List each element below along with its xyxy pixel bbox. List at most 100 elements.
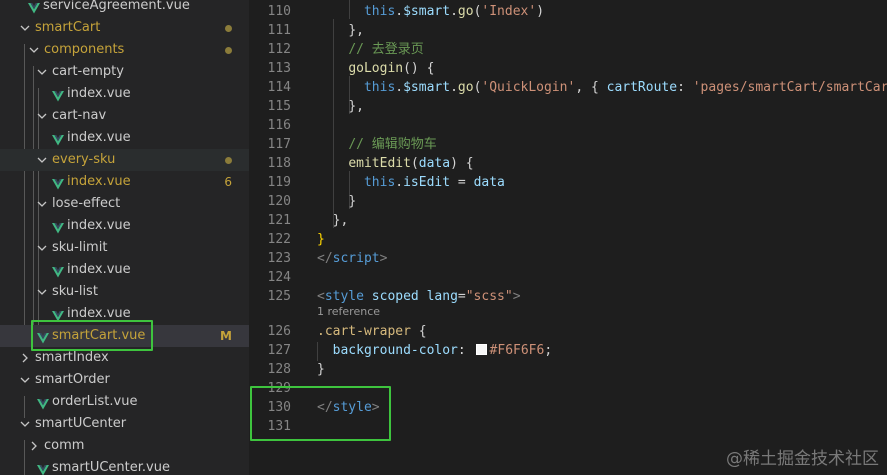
chevron-down-icon[interactable] [37, 237, 49, 259]
vue-file-icon [28, 0, 40, 14]
code-line[interactable]: 122} [249, 230, 887, 249]
line-number: 119 [267, 175, 291, 190]
tree-item-label: cart-nav [52, 108, 107, 123]
tree-folder[interactable]: smartUCenter [0, 413, 249, 435]
tree-item-label: index.vue [67, 174, 131, 189]
tree-folder[interactable]: smartOrder [0, 369, 249, 391]
problem-count-badge: 6 [224, 175, 232, 189]
tree-folder[interactable]: cart-empty [0, 61, 249, 83]
code-text: }, [348, 23, 364, 38]
tree-item-label: smartUCenter [35, 416, 127, 431]
vue-file-icon [52, 308, 64, 322]
line-number: 128 [267, 362, 291, 377]
code-line[interactable]: 111 }, [249, 21, 887, 40]
code-line[interactable]: 128} [249, 360, 887, 379]
tree-file[interactable]: index.vue [0, 259, 249, 281]
code-line[interactable]: 114 this.$smart.go('QuickLogin', { cartR… [249, 78, 887, 97]
chevron-down-icon[interactable] [37, 281, 49, 303]
code-line[interactable]: 127 background-color: #F6F6F6; [249, 341, 887, 360]
code-line[interactable]: 116 [249, 116, 887, 135]
code-text: } [317, 362, 325, 377]
git-modified-badge: M [220, 329, 232, 343]
tree-item-label: serviceAgreement.vue [43, 0, 190, 13]
line-number: 114 [267, 80, 291, 95]
code-line[interactable]: 115 }, [249, 97, 887, 116]
tree-item-label: comm [44, 438, 85, 453]
code-line[interactable]: 113 goLogin() { [249, 59, 887, 78]
line-number: 117 [267, 137, 291, 152]
code-line[interactable]: 117 // 编辑购物车 [249, 135, 887, 154]
tree-item-label: sku-list [52, 284, 98, 299]
code-text: .cart-wraper { [317, 324, 427, 339]
code-line[interactable]: 110 this.$smart.go('Index') [249, 2, 887, 21]
tree-folder[interactable]: cart-nav [0, 105, 249, 127]
line-number: 116 [267, 118, 291, 133]
code-line[interactable]: 125 <style scoped lang="scss"> [249, 287, 887, 306]
explorer-sidebar: serviceAgreement.vue smartCart components c… [0, 0, 249, 475]
code-text: }, [348, 99, 364, 114]
code-line[interactable]: 123 </script> [249, 249, 887, 268]
code-text: goLogin() { [348, 61, 435, 76]
tree-folder[interactable]: comm [0, 435, 249, 457]
vue-file-icon [52, 220, 64, 234]
tree-folder[interactable]: sku-limit [0, 237, 249, 259]
code-text: background-color: #F6F6F6; [332, 343, 553, 358]
tree-file[interactable]: orderList.vue [0, 391, 249, 413]
code-line[interactable]: 120 } [249, 192, 887, 211]
code-line[interactable]: 118 emitEdit(data) { [249, 154, 887, 173]
chevron-down-icon[interactable] [20, 369, 32, 391]
tree-file[interactable]: index.vue 6 [0, 171, 249, 193]
tree-folder[interactable]: components [0, 39, 249, 61]
line-number: 122 [267, 232, 291, 247]
tree-item-label: smartCart [35, 20, 101, 35]
line-number: 111 [267, 23, 291, 38]
chevron-down-icon[interactable] [29, 39, 41, 61]
line-number: 127 [267, 343, 291, 358]
line-number: 125 [267, 289, 291, 304]
tree-file[interactable]: index.vue [0, 127, 249, 149]
chevron-down-icon[interactable] [20, 17, 32, 39]
code-line[interactable]: 119 this.isEdit = data [249, 173, 887, 192]
code-text: }, [332, 213, 349, 228]
tree-folder[interactable]: smartCart [0, 17, 249, 39]
code-text: <style scoped lang="scss"> [317, 289, 521, 304]
line-number: 123 [267, 251, 291, 266]
tree-item-label: cart-empty [52, 64, 124, 79]
tree-file[interactable]: serviceAgreement.vue [0, 0, 249, 17]
code-line[interactable]: 124 [249, 268, 887, 287]
chevron-down-icon[interactable] [37, 149, 49, 171]
codelens-references[interactable]: 1 reference [317, 305, 380, 318]
chevron-down-icon[interactable] [37, 193, 49, 215]
tree-folder[interactable]: sku-list [0, 281, 249, 303]
line-number: 126 [267, 324, 291, 339]
line-number: 121 [267, 213, 291, 228]
line-number: 115 [267, 99, 291, 114]
color-swatch-icon[interactable] [475, 344, 487, 355]
highlight-box-style-close [250, 386, 391, 441]
chevron-down-icon[interactable] [20, 413, 32, 435]
code-line[interactable]: 121 }, [249, 211, 887, 230]
line-number: 118 [267, 156, 291, 171]
tree-item-label: sku-limit [52, 240, 108, 255]
chevron-down-icon[interactable] [37, 61, 49, 83]
line-number: 120 [267, 194, 291, 209]
code-text: emitEdit(data) { [348, 156, 474, 171]
tree-item-label: every-sku [52, 152, 116, 167]
chevron-right-icon[interactable] [29, 435, 41, 457]
tree-item-label: components [44, 42, 125, 57]
tree-file[interactable]: index.vue [0, 215, 249, 237]
tree-folder[interactable]: lose-effect [0, 193, 249, 215]
code-line[interactable]: 112 // 去登录页 [249, 40, 887, 59]
tree-file[interactable]: smartUCenter.vue [0, 457, 249, 475]
tree-folder[interactable]: every-sku [0, 149, 249, 171]
code-text: this.$smart.go('QuickLogin', { cartRoute… [363, 80, 887, 95]
vue-file-icon [52, 132, 64, 146]
watermark: @稀土掘金技术社区 [726, 449, 879, 469]
vue-file-icon [37, 396, 49, 410]
code-line[interactable]: 126 .cart-wraper { [249, 322, 887, 341]
tree-file[interactable]: index.vue [0, 83, 249, 105]
chevron-down-icon[interactable] [37, 105, 49, 127]
tree-item-label: smartUCenter.vue [52, 460, 170, 475]
code-text: </script> [317, 251, 388, 266]
line-number: 124 [267, 270, 291, 285]
